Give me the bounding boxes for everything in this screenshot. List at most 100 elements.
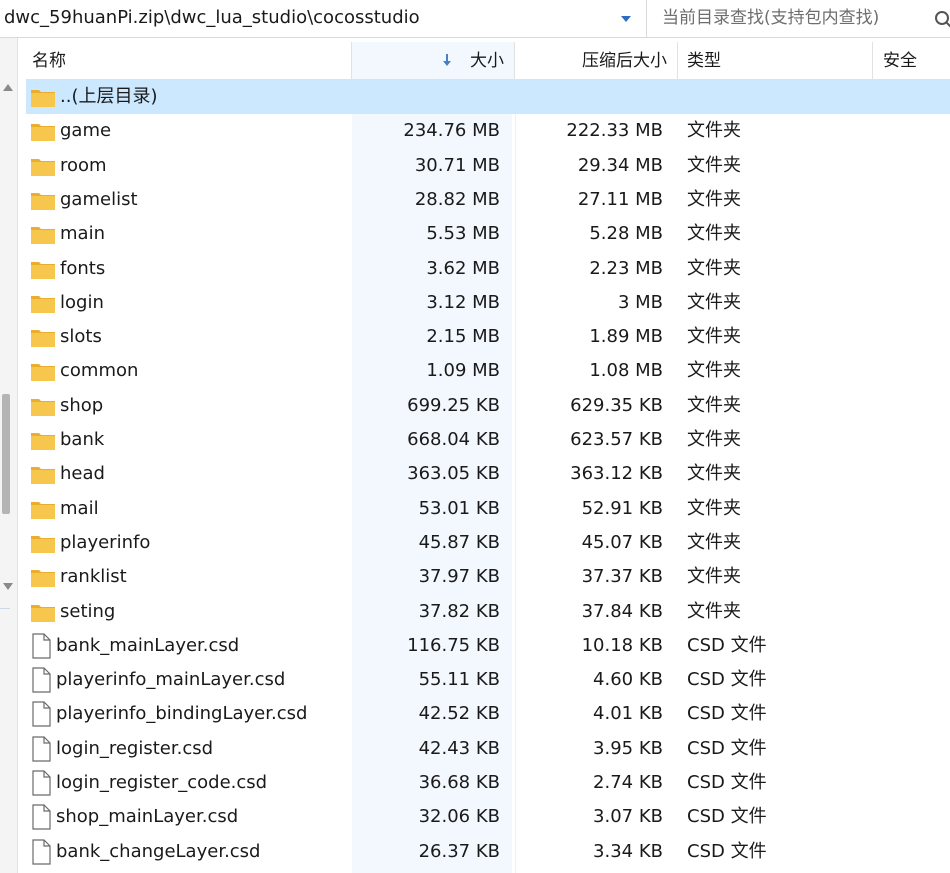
compressed-size-cell: 1.89 MB: [589, 326, 663, 348]
column-header-compressed-size[interactable]: 压缩后大小: [515, 42, 678, 79]
item-name: login_register_code.csd: [56, 772, 268, 793]
compressed-size-cell: 52.91 KB: [581, 497, 663, 519]
file-icon: [30, 701, 52, 727]
compressed-size-cell: 3.95 KB: [593, 737, 663, 759]
name-cell: main: [26, 217, 352, 251]
item-name: head: [60, 463, 105, 485]
folder-icon: [30, 429, 56, 451]
size-cell: 1.09 MB: [426, 360, 500, 382]
name-cell: bank: [26, 423, 352, 457]
folder-row[interactable]: game 234.76 MB 222.33 MB 文件夹: [26, 114, 950, 148]
folder-row[interactable]: ranklist 37.97 KB 37.37 KB 文件夹: [26, 560, 950, 594]
chevron-down-icon: [621, 16, 631, 22]
size-cell: 26.37 KB: [418, 840, 500, 862]
item-name: ..(上层目录): [60, 86, 158, 107]
folder-row[interactable]: mail 53.01 KB 52.91 KB 文件夹: [26, 492, 950, 526]
item-name: bank_changeLayer.csd: [56, 840, 261, 862]
name-cell: common: [26, 354, 352, 388]
folder-icon: [30, 326, 56, 348]
address-separator: [646, 0, 647, 37]
folder-row[interactable]: main 5.53 MB 5.28 MB 文件夹: [26, 217, 950, 251]
folder-row[interactable]: room 30.71 MB 29.34 MB 文件夹: [26, 149, 950, 183]
folder-icon: [30, 155, 56, 177]
path-input[interactable]: dwc_59huanPi.zip\dwc_lua_studio\cocosstu…: [0, 0, 645, 37]
folder-row[interactable]: ..(上层目录): [26, 80, 950, 114]
name-cell: fonts: [26, 252, 352, 286]
name-cell: bank_changeLayer.csd: [26, 835, 352, 869]
column-header-label: 压缩后大小: [582, 51, 667, 71]
folder-row[interactable]: shop 699.25 KB 629.35 KB 文件夹: [26, 389, 950, 423]
size-cell: 2.15 MB: [426, 326, 500, 348]
size-cell: 45.87 KB: [418, 531, 500, 553]
file-icon: [30, 633, 52, 659]
folder-row[interactable]: common 1.09 MB 1.08 MB 文件夹: [26, 354, 950, 388]
sort-descending-icon: [443, 54, 451, 66]
file-row[interactable]: playerinfo_mainLayer.csd 55.11 KB 4.60 KB C…: [26, 663, 950, 697]
name-cell: playerinfo: [26, 526, 352, 560]
type-cell: 文件夹: [687, 188, 741, 210]
item-name: bank_mainLayer.csd: [56, 634, 240, 656]
scroll-up-icon[interactable]: [3, 84, 13, 91]
type-cell: 文件夹: [687, 531, 741, 553]
compressed-size-cell: [515, 80, 675, 114]
search-input[interactable]: 当前目录查找(支持包内查找): [652, 0, 950, 37]
compressed-size-cell: 3.07 KB: [593, 806, 663, 828]
item-name: mail: [60, 497, 99, 519]
compressed-size-cell: 1.08 MB: [589, 360, 663, 382]
column-header-name[interactable]: 名称: [26, 42, 352, 79]
size-cell: 5.53 MB: [426, 223, 500, 245]
name-cell: seting: [26, 595, 352, 629]
file-row[interactable]: login_register.csd 42.43 KB 3.95 KB CSD 文件: [26, 732, 950, 766]
item-name: login_register.csd: [56, 737, 214, 759]
file-row[interactable]: bank_changeLayer.csd 26.37 KB 3.34 KB CSD 文…: [26, 835, 950, 869]
file-row[interactable]: login_register_code.csd 36.68 KB 2.74 KB CS…: [26, 766, 950, 800]
folder-row[interactable]: fonts 3.62 MB 2.23 MB 文件夹: [26, 252, 950, 286]
compressed-size-cell: 363.12 KB: [570, 463, 663, 485]
file-row[interactable]: shop_mainLayer.csd 32.06 KB 3.07 KB CSD 文件: [26, 800, 950, 834]
item-name: login: [60, 291, 104, 313]
path-dropdown-button[interactable]: [612, 8, 640, 30]
compressed-size-cell: 4.60 KB: [593, 669, 663, 691]
left-pane-scrollbar[interactable]: [0, 38, 18, 873]
file-icon: [30, 667, 52, 693]
folder-row[interactable]: head 363.05 KB 363.12 KB 文件夹: [26, 457, 950, 491]
compressed-size-cell: 5.28 MB: [589, 223, 663, 245]
size-cell: 3.12 MB: [426, 291, 500, 313]
name-cell: slots: [26, 320, 352, 354]
folder-row[interactable]: playerinfo 45.87 KB 45.07 KB 文件夹: [26, 526, 950, 560]
folder-row[interactable]: login 3.12 MB 3 MB 文件夹: [26, 286, 950, 320]
folder-icon: [30, 223, 56, 245]
size-cell: 116.75 KB: [407, 634, 500, 656]
folder-row[interactable]: bank 668.04 KB 623.57 KB 文件夹: [26, 423, 950, 457]
compressed-size-cell: 2.74 KB: [593, 772, 663, 793]
folder-row[interactable]: slots 2.15 MB 1.89 MB 文件夹: [26, 320, 950, 354]
column-header-security[interactable]: 安全: [873, 42, 950, 79]
name-cell: shop_mainLayer.csd: [26, 800, 352, 834]
name-cell: bank_mainLayer.csd: [26, 629, 352, 663]
item-name: shop_mainLayer.csd: [56, 806, 239, 828]
compressed-size-cell: 623.57 KB: [570, 429, 663, 450]
scroll-down-icon[interactable]: [3, 583, 13, 590]
type-cell: 文件夹: [687, 257, 741, 279]
item-name: playerinfo: [60, 531, 151, 553]
file-row[interactable]: bank_mainLayer.csd 116.75 KB 10.18 KB CSD 文…: [26, 629, 950, 663]
scrollbar-thumb[interactable]: [2, 394, 10, 514]
file-row[interactable]: playerinfo_bindingLayer.csd 42.52 KB 4.01 …: [26, 697, 950, 731]
folder-icon: [30, 258, 56, 280]
folder-row[interactable]: seting 37.82 KB 37.84 KB 文件夹: [26, 595, 950, 629]
item-name: playerinfo_bindingLayer.csd: [56, 703, 308, 725]
column-header-type[interactable]: 类型: [678, 42, 873, 79]
folder-icon: [30, 292, 56, 314]
name-cell: playerinfo_mainLayer.csd: [26, 663, 352, 697]
column-header-size[interactable]: 大小: [352, 42, 515, 79]
left-pane-divider: [0, 608, 10, 635]
item-name: seting: [60, 600, 116, 622]
size-cell: 28.82 MB: [414, 188, 500, 210]
file-icon: [30, 736, 52, 762]
type-cell: 文件夹: [687, 429, 741, 450]
name-cell: ranklist: [26, 560, 352, 594]
name-cell: room: [26, 149, 352, 183]
folder-row[interactable]: gamelist 28.82 MB 27.11 MB 文件夹: [26, 183, 950, 217]
name-cell: gamelist: [26, 183, 352, 217]
search-icon[interactable]: [932, 8, 950, 30]
